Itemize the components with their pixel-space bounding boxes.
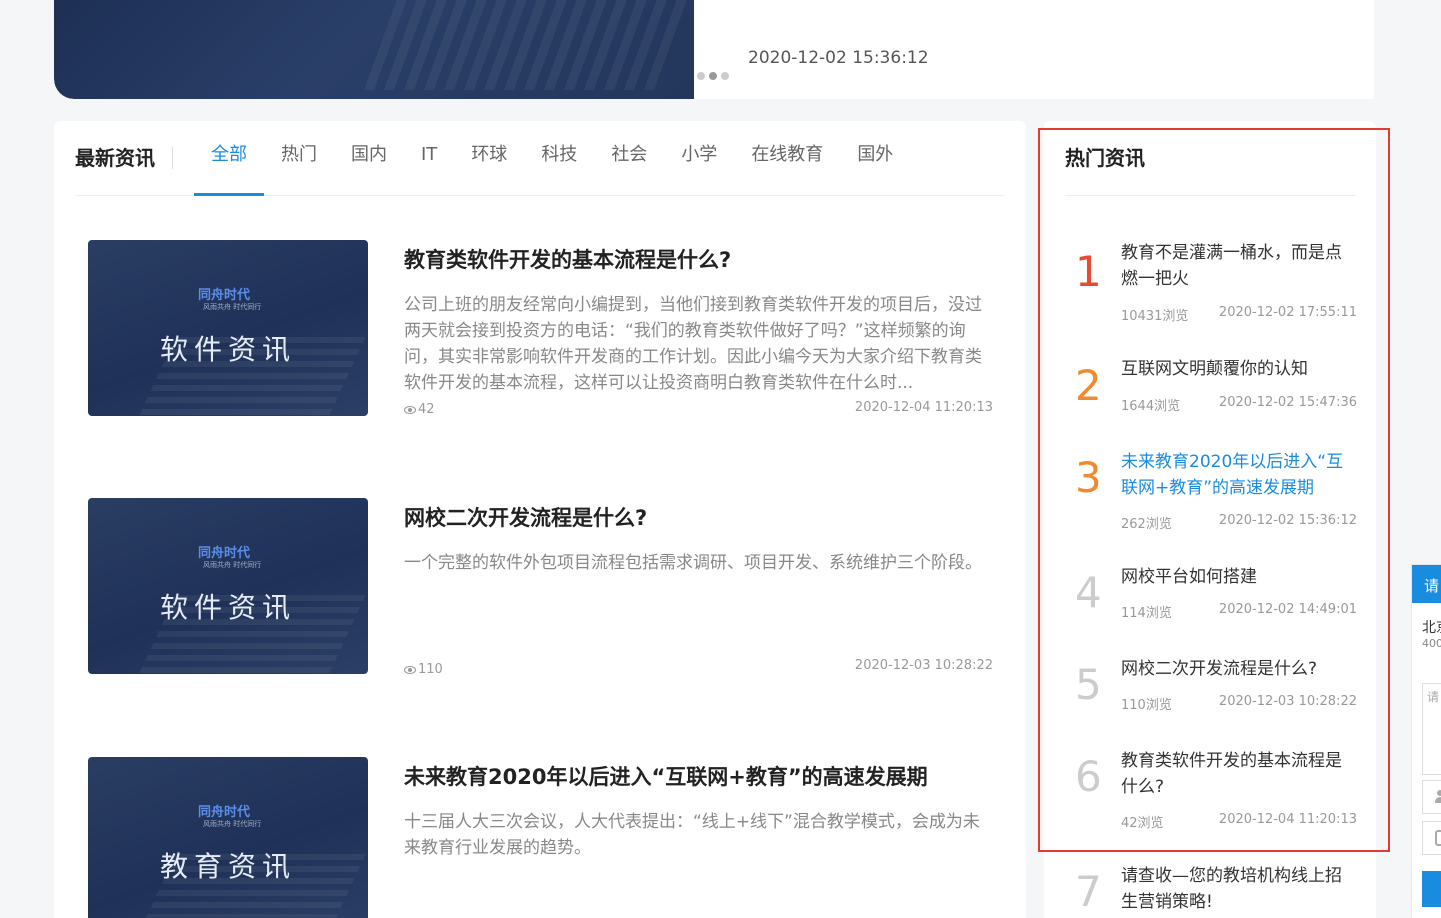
hot-news-meta: 10431浏览 2020-12-02 17:55:11 [1121,305,1357,324]
tab-hot[interactable]: 热门 [264,121,334,196]
hot-news-meta: 262浏览 2020-12-02 15:36:12 [1121,513,1357,532]
phone-input[interactable] [1422,821,1441,855]
news-tabs-bar: 最新资讯 全部 热门 国内 IT 环球 科技 社会 小学 在线教育 国外 [75,121,1005,196]
latest-news-title: 最新资讯 [75,147,173,169]
thumb-text: 软件资讯 [159,591,296,624]
hot-news-views: 262浏览 [1121,517,1172,532]
hot-news-meta: 42浏览 2020-12-04 11:20:13 [1121,812,1357,831]
thumb-logo-sub: 风雨共舟 时代同行 [203,561,262,569]
hot-news-text[interactable]: 未来教育2020年以后进入“互联网+教育”的高速发展期 [1121,449,1357,501]
article-views: 110 [404,662,443,677]
hot-news-text[interactable]: 教育类软件开发的基本流程是什么? [1121,748,1357,800]
article-item[interactable]: 同舟时代 风雨共舟 时代同行 软件资讯 网校二次开发流程是什么? 一个完整的软件… [88,498,993,677]
article-item[interactable]: 同舟时代 风雨共舟 时代同行 教育资讯 未来教育2020年以后进入“互联网+教育… [88,757,993,918]
hot-rank: 4 [1075,568,1102,617]
hot-rank: 5 [1075,660,1102,709]
hot-news-views: 42浏览 [1121,816,1164,831]
hot-news-text[interactable]: 网校平台如何搭建 [1121,564,1357,590]
tab-online-education[interactable]: 在线教育 [734,121,840,196]
banner-laptop-graphic [363,0,694,90]
hot-news-date: 2020-12-02 15:36:12 [1218,513,1357,528]
article-desc: 一个完整的软件外包项目流程包括需求调研、项目开发、系统维护三个阶段。 [404,553,982,573]
tab-global[interactable]: 环球 [454,121,524,196]
hot-news-meta: 110浏览 2020-12-03 10:28:22 [1121,694,1357,713]
tab-it[interactable]: IT [404,121,454,196]
article-thumbnail[interactable]: 同舟时代 风雨共舟 时代同行 软件资讯 [88,240,368,416]
carousel-dots [697,72,729,80]
thumb-logo-sub: 风雨共舟 时代同行 [203,303,262,311]
article-views: 42 [404,402,435,417]
tab-all[interactable]: 全部 [194,121,264,196]
hot-news-views: 1644浏览 [1121,399,1181,414]
hot-news-date: 2020-12-02 17:55:11 [1218,305,1357,320]
hot-news-date: 2020-12-04 11:20:13 [1218,812,1357,827]
article-desc: 公司上班的朋友经常向小编提到，当他们接到教育类软件开发的项目后，没过两天就会接到… [404,295,982,393]
latest-news-card: 最新资讯 全部 热门 国内 IT 环球 科技 社会 小学 在线教育 国外 同舟时… [54,121,1026,918]
carousel-dot-3[interactable] [721,72,729,80]
hot-news-title: 热门资讯 [1065,146,1145,170]
tab-domestic[interactable]: 国内 [334,121,404,196]
hot-news-text[interactable]: 网校二次开发流程是什么? [1121,656,1357,682]
article-thumbnail[interactable]: 同舟时代 风雨共舟 时代同行 软件资讯 [88,498,368,674]
article-title[interactable]: 网校二次开发流程是什么? [404,502,647,532]
thumb-logo: 同舟时代 [198,546,251,561]
page: 2020-12-02 15:36:12 最新资讯 全部 热门 国内 IT 环球 … [0,0,1441,918]
carousel-dot-1[interactable] [697,72,705,80]
article-title[interactable]: 教育类软件开发的基本流程是什么? [404,244,731,274]
banner-card: 2020-12-02 15:36:12 [54,0,1374,99]
article-desc: 十三届人大三次会议，人大代表提出：“线上+线下”混合教学模式，会成为未来教育行业… [404,812,980,858]
user-icon [1435,790,1441,804]
carousel-dot-2[interactable] [709,72,717,80]
hot-rank: 2 [1075,361,1102,410]
hot-news-meta: 114浏览 2020-12-02 14:49:01 [1121,602,1357,621]
hot-news-card: 热门资讯 1 教育不是灌满一桶水，而是点燃一把火 10431浏览 2020-12… [1044,121,1376,918]
banner-image[interactable] [54,0,694,99]
name-input[interactable] [1422,780,1441,814]
thumb-logo: 同舟时代 [198,805,251,820]
hot-news-views: 10431浏览 [1121,309,1189,324]
hot-news-text[interactable]: 教育不是灌满一桶水，而是点燃一把火 [1121,240,1357,292]
hot-news-divider [1065,195,1356,196]
tab-foreign[interactable]: 国外 [840,121,910,196]
contact-widget-header[interactable]: 请 [1412,565,1441,603]
thumb-text: 软件资讯 [159,333,296,366]
article-views-count: 110 [418,662,443,677]
hot-news-meta: 1644浏览 2020-12-02 15:47:36 [1121,395,1357,414]
article-date: 2020-12-04 11:20:13 [854,400,993,415]
hot-news-date: 2020-12-03 10:28:22 [1218,694,1357,709]
hot-news-text[interactable]: 请查收—您的教培机构线上招生营销策略! [1121,863,1357,915]
contact-phone-number: 400 [1422,637,1441,650]
hot-rank: 6 [1075,752,1102,801]
contact-widget: 请 北京 400 请 联 [1411,564,1441,918]
article-item[interactable]: 同舟时代 风雨共舟 时代同行 软件资讯 教育类软件开发的基本流程是什么? 公司上… [88,240,993,417]
thumb-text: 教育资讯 [159,850,296,883]
tab-society[interactable]: 社会 [594,121,664,196]
submit-button[interactable] [1422,871,1441,907]
hot-rank: 3 [1075,453,1102,502]
eye-icon [404,665,416,674]
tab-primary-school[interactable]: 小学 [664,121,734,196]
hot-news-views: 114浏览 [1121,606,1172,621]
article-title[interactable]: 未来教育2020年以后进入“互联网+教育”的高速发展期 [404,761,928,791]
article-date: 2020-12-03 10:28:22 [854,658,993,673]
thumb-logo-sub: 风雨共舟 时代同行 [203,820,262,828]
eye-icon [404,405,416,414]
hot-news-text[interactable]: 互联网文明颠覆你的认知 [1121,356,1357,382]
message-textarea[interactable]: 请 联 [1422,683,1441,775]
hot-rank: 7 [1075,867,1102,916]
hot-rank: 1 [1075,247,1102,296]
phone-icon [1435,830,1441,846]
hot-news-views: 110浏览 [1121,698,1172,713]
tab-tech[interactable]: 科技 [524,121,594,196]
hot-news-date: 2020-12-02 15:47:36 [1218,395,1357,410]
banner-date: 2020-12-02 15:36:12 [748,48,929,68]
thumb-logo: 同舟时代 [198,288,251,303]
hot-news-date: 2020-12-02 14:49:01 [1218,602,1357,617]
contact-city: 北京 [1422,620,1441,636]
article-views-count: 42 [418,402,435,417]
article-thumbnail[interactable]: 同舟时代 风雨共舟 时代同行 教育资讯 [88,757,368,918]
